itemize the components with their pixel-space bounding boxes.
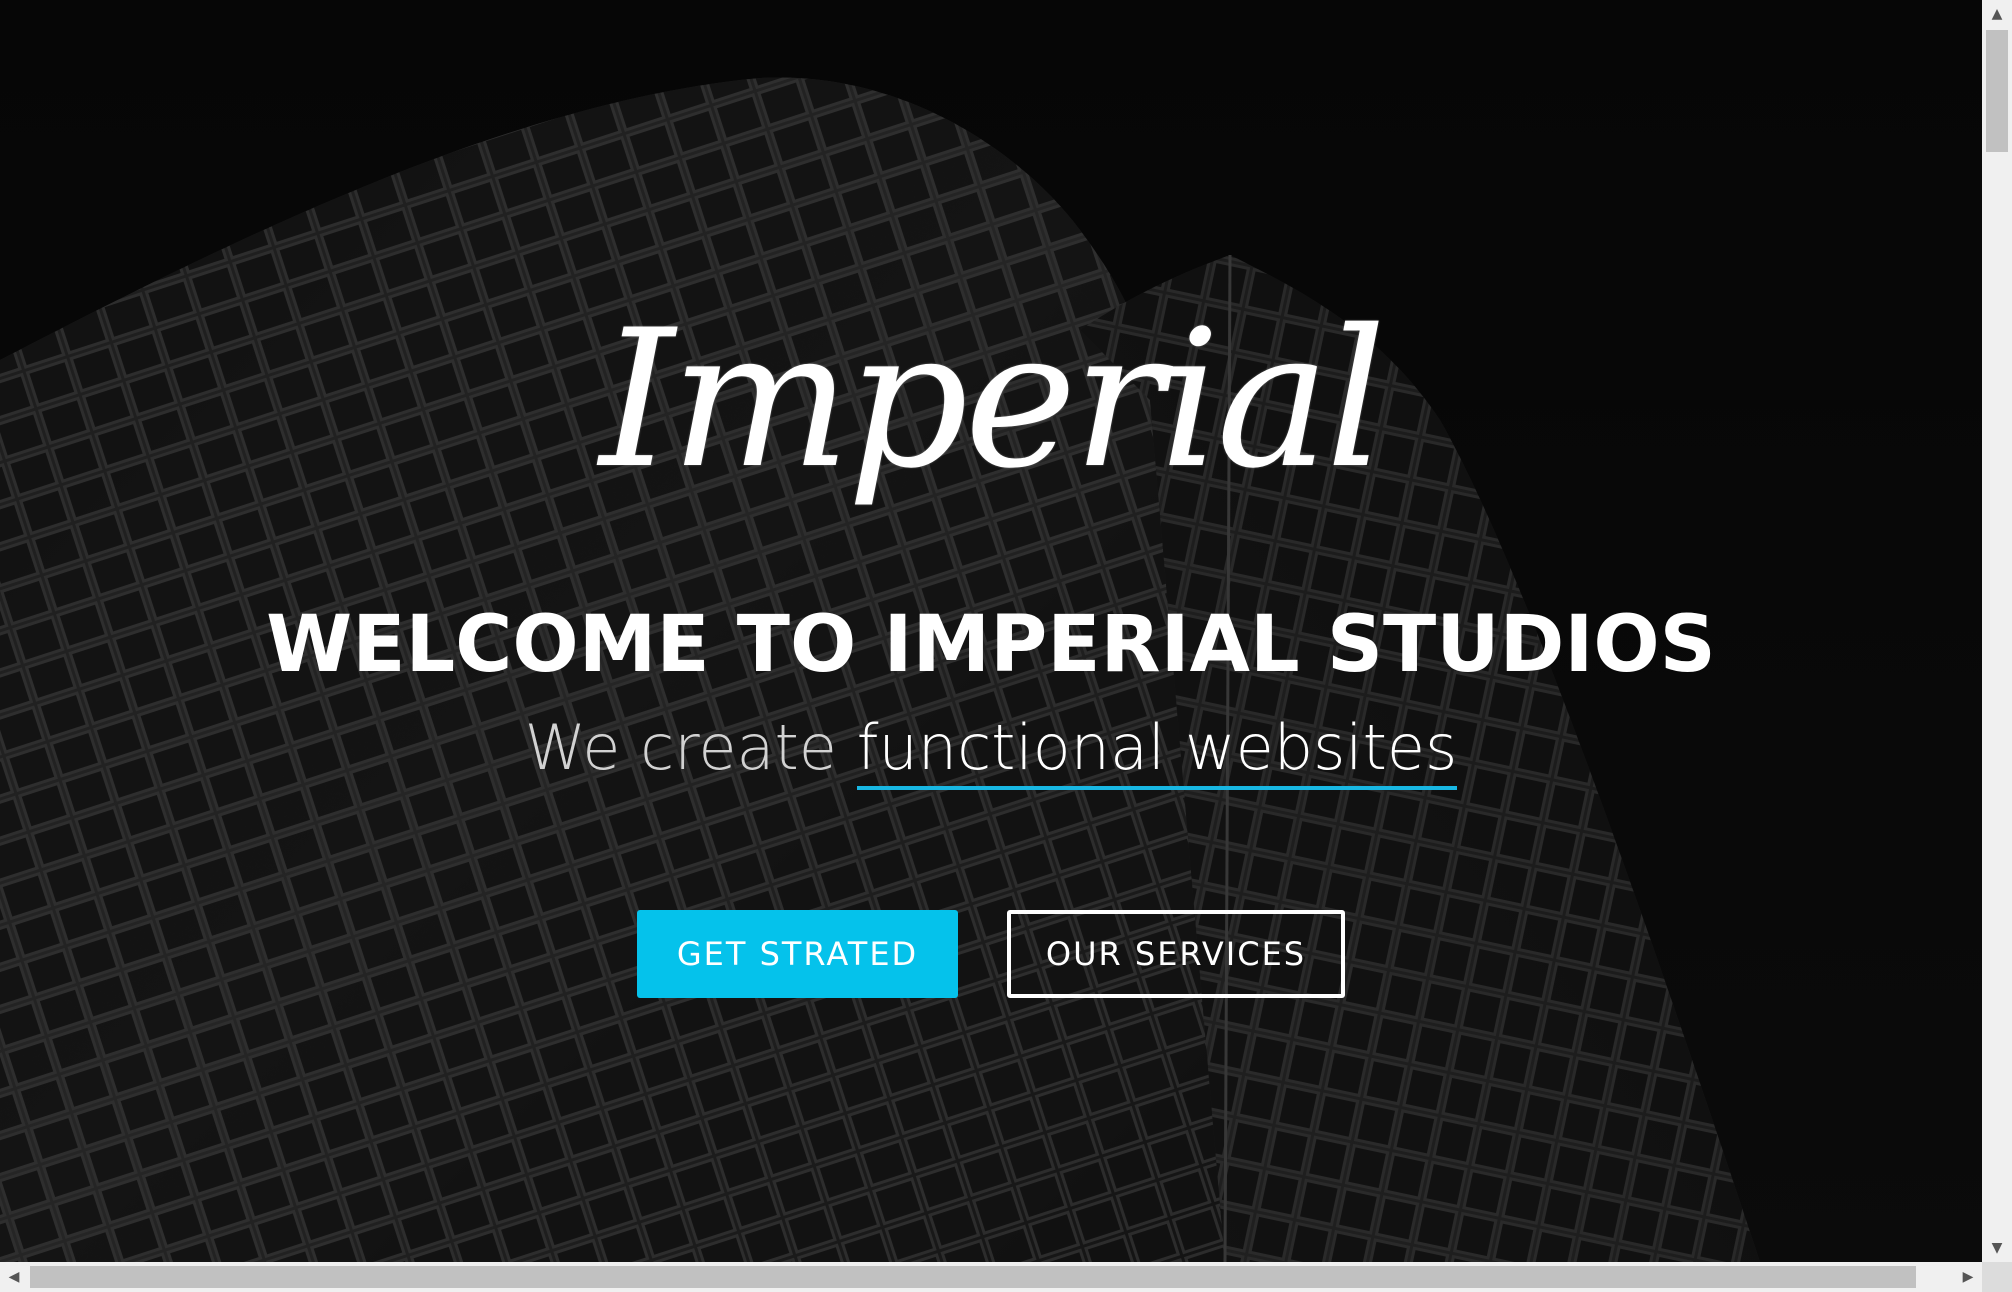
page-viewport: Imperial WELCOME TO IMPERIAL STUDIOS We …	[0, 0, 1982, 1262]
horizontal-scroll-thumb[interactable]	[30, 1266, 1916, 1288]
hero-tagline: We create functional websites	[0, 708, 1982, 790]
brand-logo: Imperial	[599, 289, 1387, 510]
vertical-scrollbar[interactable]: ▲ ▼	[1982, 0, 2012, 1262]
hero-section: Imperial WELCOME TO IMPERIAL STUDIOS We …	[0, 0, 1982, 1262]
scrollbar-corner	[1982, 1262, 2012, 1292]
horizontal-scrollbar[interactable]: ◀ ▶	[0, 1262, 1982, 1292]
get-started-button[interactable]: GET STRATED	[637, 910, 958, 998]
triangle-left-icon[interactable]: ◀	[0, 1262, 28, 1292]
tagline-lead: We create	[524, 711, 857, 784]
hero-headline: WELCOME TO IMPERIAL STUDIOS	[266, 600, 1716, 690]
vertical-scroll-thumb[interactable]	[1986, 30, 2008, 152]
tagline-highlight: functional websites	[856, 711, 1458, 790]
our-services-button[interactable]: OUR SERVICES	[1007, 910, 1345, 998]
triangle-down-icon[interactable]: ▼	[1982, 1234, 2012, 1262]
triangle-right-icon[interactable]: ▶	[1954, 1262, 1982, 1292]
triangle-up-icon[interactable]: ▲	[1982, 0, 2012, 28]
